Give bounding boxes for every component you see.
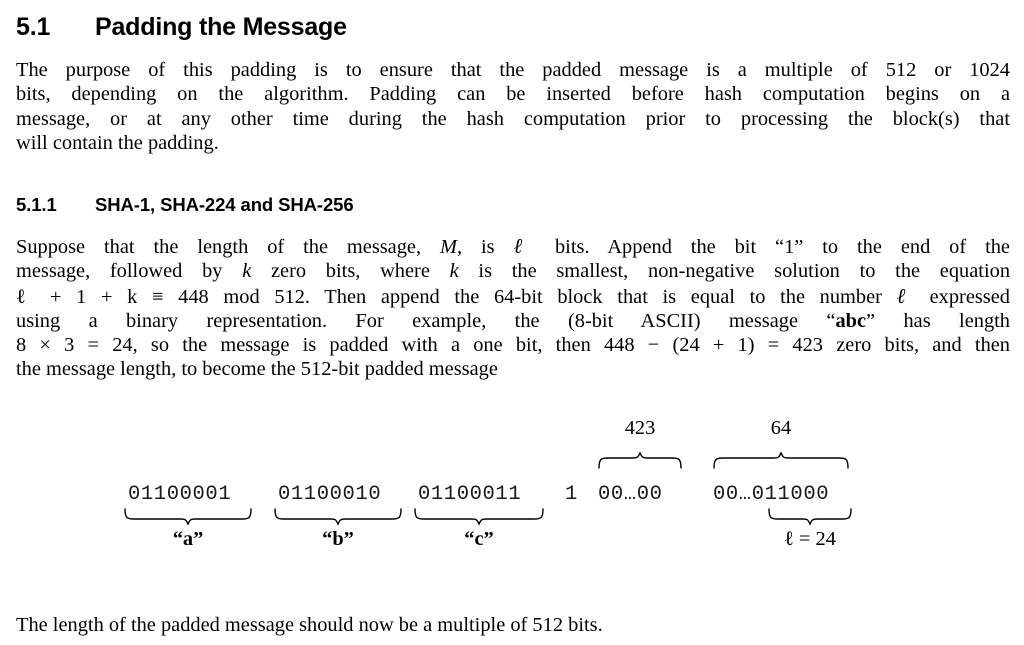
text-run: ” has length (866, 309, 1011, 332)
equation-message-length: 8 × 3 = 24 (16, 334, 133, 357)
variable-ell: ℓ (513, 234, 537, 258)
text-run: bits. Append the bit “1” to the end of t… (536, 236, 1010, 258)
byte-a-bits: 01100001 (128, 483, 232, 506)
variable-k: k (449, 260, 459, 283)
paragraph-line: The purpose of this padding is to ensure… (16, 59, 1010, 81)
paragraph-line: the message length, to become the 512-bi… (16, 358, 498, 381)
section-title: Padding the Message (95, 13, 347, 41)
paragraph-line: will contain the padding. (16, 131, 219, 154)
byte-b-label: “b” (322, 528, 354, 550)
example-message-abc: abc (835, 309, 867, 332)
text-run: expressed (914, 285, 1010, 308)
byte-c-bits: 01100011 (418, 483, 522, 506)
text-run: message, followed by (16, 260, 243, 283)
text-run: zero bits, where (251, 260, 450, 283)
paragraph-line: message, followed by k zero bits, where … (16, 259, 1010, 283)
padded-message-figure: 423 64 01100001 01100010 01100011 1 00…0… (0, 405, 1024, 570)
equation-congruence: ℓ + 1 + k ≡ 448 mod 512 (16, 285, 305, 308)
variable-M: M (440, 236, 457, 258)
text-run: zero bits, and then (823, 334, 1011, 357)
paragraph-line: using a binary representation. For examp… (16, 309, 1010, 333)
sha-paragraph: Suppose that the length of the message, … (16, 234, 1010, 382)
paragraph-line: Suppose that the length of the message, … (16, 234, 1010, 259)
length-block-count-label: 64 (770, 417, 792, 439)
paragraph-line: bits, depending on the algorithm. Paddin… (16, 83, 1010, 106)
paragraph-line: ℓ + 1 + k ≡ 448 mod 512. Then append the… (16, 284, 1010, 309)
length-value-label: ℓ = 24 (784, 528, 836, 550)
text-run: Suppose that the length of the message, (16, 236, 440, 258)
length-block-top-brace (713, 451, 849, 469)
zero-padding-top-brace (598, 451, 682, 469)
one-bit: 1 (565, 483, 578, 506)
byte-c-bottom-brace (414, 508, 544, 526)
text-run: using a binary representation. For examp… (16, 309, 836, 332)
zero-padding-count-label: 423 (624, 417, 656, 439)
subsection-number: 5.1.1 (16, 194, 57, 215)
text-run: is the smallest, non-negative solution t… (458, 260, 1011, 283)
subsection-heading: 5.1.1 SHA-1, SHA-224 and SHA-256 (16, 194, 354, 216)
equation-zero-bits: 448 − (24 + 1) = 423 (603, 334, 824, 357)
length-block-bits: 00…011000 (713, 483, 830, 506)
variable-ell: ℓ (896, 283, 915, 308)
text-run: , so the message is padded with a one bi… (132, 334, 604, 357)
byte-c-label: “c” (464, 528, 494, 550)
section-heading: 5.1 Padding the Message (16, 12, 347, 42)
variable-k: k (242, 260, 252, 283)
paragraph-line: message, or at any other time during the… (16, 107, 1010, 130)
intro-paragraph: The purpose of this padding is to ensure… (16, 58, 1010, 155)
length-value-bottom-brace (768, 508, 852, 526)
text-run: . Then append the 64-bit block that is e… (304, 285, 897, 308)
byte-a-label: “a” (172, 528, 204, 550)
paragraph-line: 8 × 3 = 24, so the message is padded wit… (16, 333, 1010, 357)
subsection-title: SHA-1, SHA-224 and SHA-256 (95, 194, 354, 215)
section-number: 5.1 (16, 13, 51, 41)
byte-a-bottom-brace (124, 508, 252, 526)
byte-b-bits: 01100010 (278, 483, 382, 506)
closing-paragraph: The length of the padded message should … (16, 614, 603, 636)
text-run: , is (457, 236, 514, 258)
byte-b-bottom-brace (274, 508, 402, 526)
zero-padding-bits: 00…00 (598, 483, 663, 506)
document-page: 5.1 Padding the Message The purpose of th… (0, 0, 1024, 645)
